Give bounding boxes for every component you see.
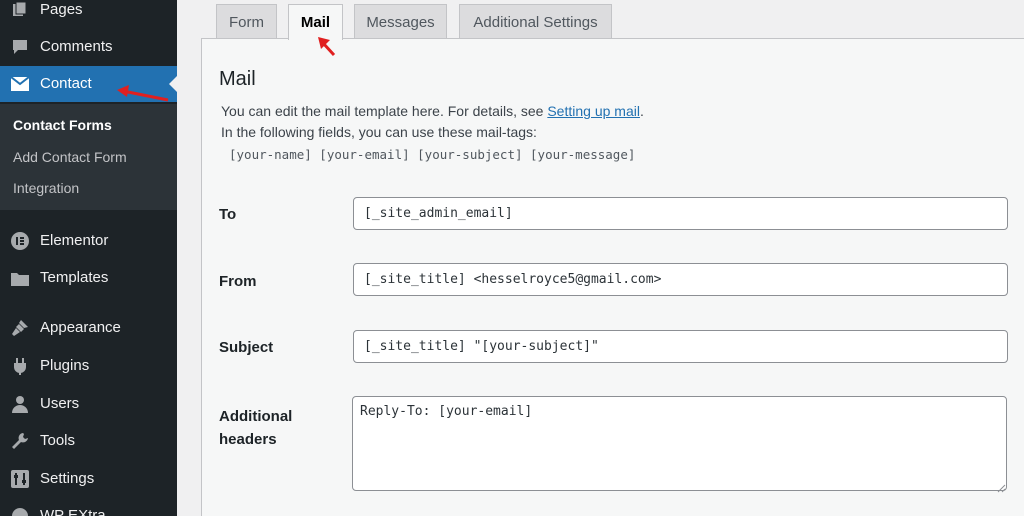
contact-submenu: Contact Forms Add Contact Form Integrati… [0, 104, 177, 210]
label-line: Additional [219, 408, 293, 425]
menu-label: Elementor [40, 232, 109, 249]
tab-messages[interactable]: Messages [354, 4, 447, 39]
plug-icon [11, 357, 29, 375]
menu-label: Templates [40, 269, 109, 286]
to-label: To [219, 206, 237, 223]
menu-item-tools[interactable]: Tools [0, 423, 177, 459]
mail-icon [11, 75, 29, 93]
menu-label: Contact [40, 75, 92, 92]
user-icon [11, 395, 29, 413]
pages-icon [11, 1, 29, 19]
folder-icon [11, 269, 29, 287]
menu-item-contact[interactable]: Contact [0, 66, 177, 102]
desc-suffix: . [639, 103, 644, 119]
additional-headers-textarea[interactable]: Reply-To: [your-email] [352, 396, 1007, 491]
menu-item-pages[interactable]: Pages [0, 0, 177, 28]
menu-label: Pages [40, 1, 83, 18]
menu-label: Appearance [40, 319, 121, 336]
submenu-contact-forms[interactable]: Contact Forms [13, 117, 112, 133]
menu-item-wp-extra[interactable]: WP EXtra [0, 498, 177, 516]
menu-label: Comments [40, 38, 113, 55]
to-input[interactable]: [_site_admin_email] [353, 197, 1008, 230]
mail-tags-intro: In the following fields, you can use the… [221, 124, 537, 140]
tab-mail[interactable]: Mail [288, 4, 343, 40]
mail-description: You can edit the mail template here. For… [221, 103, 644, 119]
resize-handle-icon[interactable] [997, 480, 1006, 493]
menu-item-users[interactable]: Users [0, 386, 177, 422]
from-label: From [219, 273, 257, 290]
elementor-icon [11, 232, 29, 250]
mail-heading: Mail [219, 68, 256, 90]
menu-item-appearance[interactable]: Appearance [0, 310, 177, 346]
additional-headers-label: Additional headers [219, 405, 292, 451]
brush-icon [11, 319, 29, 337]
mail-tags-list: [your-name] [your-email] [your-subject] … [229, 147, 636, 162]
desc-text: You can edit the mail template here. For… [221, 103, 548, 119]
submenu-add-contact-form[interactable]: Add Contact Form [13, 149, 127, 165]
menu-label: Plugins [40, 357, 90, 374]
wrench-icon [11, 432, 29, 450]
comments-icon [11, 38, 29, 56]
menu-label: WP EXtra [40, 507, 106, 516]
label-line: headers [219, 431, 277, 448]
submenu-integration[interactable]: Integration [13, 180, 79, 196]
admin-sidebar: Pages Comments Contact Contact Forms Add… [0, 0, 177, 516]
menu-item-plugins[interactable]: Plugins [0, 348, 177, 384]
extra-icon [11, 507, 29, 516]
menu-label: Users [40, 395, 80, 412]
menu-item-settings[interactable]: Settings [0, 461, 177, 497]
subject-label: Subject [219, 339, 274, 356]
settings-icon [11, 470, 29, 488]
menu-label: Settings [40, 470, 95, 487]
tab-additional-settings[interactable]: Additional Settings [459, 4, 612, 39]
subject-input[interactable]: [_site_title] "[your-subject]" [353, 330, 1008, 363]
from-input[interactable]: [_site_title] <hesselroyce5@gmail.com> [353, 263, 1008, 296]
menu-item-templates[interactable]: Templates [0, 260, 177, 296]
tab-form[interactable]: Form [216, 4, 277, 39]
main-content: Form Mail Messages Additional Settings M… [177, 0, 1024, 516]
setting-up-mail-link[interactable]: Setting up mail [547, 103, 640, 119]
menu-label: Tools [40, 432, 76, 449]
menu-item-elementor[interactable]: Elementor [0, 223, 177, 259]
menu-item-comments[interactable]: Comments [0, 29, 177, 65]
